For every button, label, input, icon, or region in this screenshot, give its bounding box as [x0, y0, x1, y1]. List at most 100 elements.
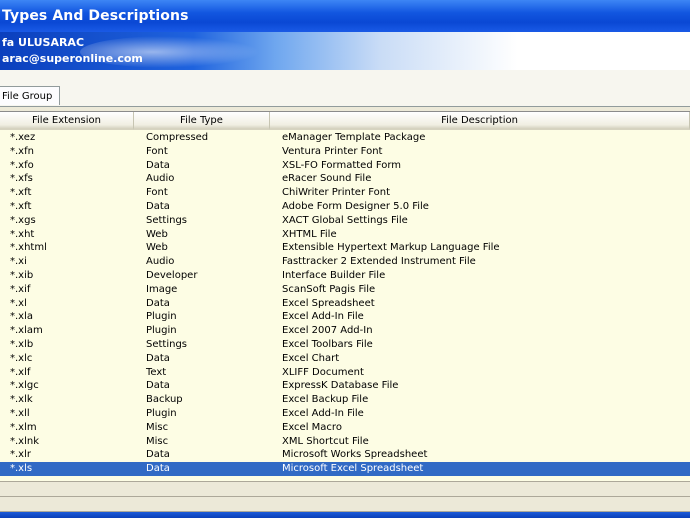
table-row-selected[interactable]: *.xls Data Microsoft Excel Spreadsheet — [0, 462, 690, 476]
cell-file-extension: *.xlgc — [10, 380, 39, 392]
cell-file-type: Web — [146, 242, 168, 254]
title-bar[interactable]: Types And Descriptions — [0, 0, 690, 32]
table-row[interactable]: *.xlnk Misc XML Shortcut File — [0, 435, 690, 449]
table-row[interactable]: *.xlr Data Microsoft Works Spreadsheet — [0, 448, 690, 462]
table-row[interactable]: *.xlb Settings Excel Toolbars File — [0, 338, 690, 352]
cell-file-extension: *.xla — [10, 311, 34, 323]
cell-file-extension: *.xfs — [10, 173, 33, 185]
author-name: fa ULUSARAC — [2, 36, 85, 49]
cell-file-extension: *.xlam — [10, 325, 43, 337]
cell-file-extension: *.xht — [10, 228, 35, 240]
cell-file-type: Text — [146, 366, 167, 378]
file-types-grid[interactable]: File Extension File Type File Descriptio… — [0, 111, 690, 481]
status-bar — [0, 497, 690, 512]
cell-file-description: Excel Spreadsheet — [282, 297, 375, 309]
table-row[interactable]: *.xft Data Adobe Form Designer 5.0 File — [0, 200, 690, 214]
cell-file-type: Font — [146, 145, 168, 157]
tab-file-group[interactable]: File Group — [0, 86, 60, 105]
cell-file-extension: *.xlr — [10, 449, 31, 461]
cell-file-description: XLIFF Document — [282, 366, 364, 378]
column-header-file-type[interactable]: File Type — [134, 112, 270, 130]
table-row[interactable]: *.xhtml Web Extensible Hypertext Markup La… — [0, 241, 690, 255]
cell-file-description: XACT Global Settings File — [282, 214, 408, 226]
cell-file-extension: *.xfn — [10, 145, 34, 157]
table-row[interactable]: *.xla Plugin Excel Add-In File — [0, 310, 690, 324]
cell-file-extension: *.xlc — [10, 352, 33, 364]
cell-file-description: Ventura Printer Font — [282, 145, 383, 157]
cell-file-extension: *.xhtml — [10, 242, 47, 254]
cell-file-extension: *.xfo — [10, 159, 34, 171]
cell-file-description: Microsoft Excel Spreadsheet — [282, 463, 424, 475]
cell-file-description: Adobe Form Designer 5.0 File — [282, 201, 429, 212]
cell-file-description: ChiWriter Printer Font — [282, 187, 391, 199]
cell-file-type: Plugin — [146, 325, 177, 337]
table-row[interactable]: *.xlgc Data ExpressK Database File — [0, 379, 690, 393]
cell-file-extension: *.xgs — [10, 214, 36, 226]
table-row[interactable]: *.xlf Text XLIFF Document — [0, 366, 690, 380]
cell-file-type: Audio — [146, 256, 175, 268]
cell-file-type: Data — [146, 463, 170, 475]
cell-file-type: Compressed — [146, 132, 209, 143]
table-row[interactable]: *.xfs Audio eRacer Sound File — [0, 172, 690, 186]
cell-file-description: ScanSoft Pagis File — [282, 283, 376, 295]
cell-file-type: Misc — [146, 421, 169, 433]
cell-file-description: XML Shortcut File — [282, 435, 369, 447]
cell-file-type: Settings — [146, 214, 188, 226]
cell-file-description: XHTML File — [282, 228, 337, 240]
table-row[interactable]: *.xgs Settings XACT Global Settings File — [0, 214, 690, 228]
cell-file-type: Backup — [146, 394, 183, 406]
cell-file-description: Fasttracker 2 Extended Instrument File — [282, 256, 476, 268]
table-row[interactable]: *.xi Audio Fasttracker 2 Extended Instrume… — [0, 255, 690, 269]
cell-file-extension: *.xlnk — [10, 435, 40, 447]
table-row[interactable]: *.xht Web XHTML File — [0, 228, 690, 242]
cell-file-extension: *.xez — [10, 132, 36, 143]
cell-file-extension: *.xls — [10, 463, 33, 475]
cell-file-extension: *.xft — [10, 187, 32, 199]
cell-file-description: Excel Macro — [282, 421, 342, 433]
cell-file-description: Excel Toolbars File — [282, 339, 373, 350]
cell-file-type: Data — [146, 297, 170, 309]
table-row[interactable]: *.xfo Data XSL-FO Formatted Form — [0, 159, 690, 173]
cell-file-extension: *.xlk — [10, 394, 33, 406]
author-email: arac@superonline.com — [2, 52, 143, 65]
window-bottom-edge — [0, 512, 690, 518]
cell-file-type: Audio — [146, 173, 175, 185]
cell-file-type: Plugin — [146, 408, 177, 419]
tab-strip: File Group — [0, 70, 690, 107]
cell-file-type: Data — [146, 201, 170, 212]
column-header-file-description[interactable]: File Description — [270, 112, 690, 130]
cell-file-extension: *.xif — [10, 283, 31, 295]
table-row[interactable]: *.xlam Plugin Excel 2007 Add-In — [0, 324, 690, 338]
table-row[interactable]: *.xll Plugin Excel Add-In File — [0, 407, 690, 421]
cell-file-type: Plugin — [146, 311, 177, 323]
cell-file-description: Interface Builder File — [282, 270, 386, 281]
cell-file-description: eManager Template Package — [282, 132, 426, 143]
cell-file-extension: *.xlf — [10, 366, 31, 378]
cell-file-type: Developer — [146, 270, 198, 281]
table-row[interactable]: *.xlc Data Excel Chart — [0, 352, 690, 366]
table-row[interactable]: *.xlk Backup Excel Backup File — [0, 393, 690, 407]
table-row[interactable]: *.xez Compressed eManager Template Package — [0, 131, 690, 145]
cell-file-extension: *.xib — [10, 270, 34, 281]
table-row[interactable]: *.xif Image ScanSoft Pagis File — [0, 283, 690, 297]
table-row[interactable]: *.xft Font ChiWriter Printer Font — [0, 186, 690, 200]
cell-file-type: Data — [146, 352, 170, 364]
cell-file-type: Data — [146, 159, 170, 171]
table-row[interactable]: *.xfn Font Ventura Printer Font — [0, 145, 690, 159]
table-row[interactable]: *.xlm Misc Excel Macro — [0, 421, 690, 435]
grid-footer-bar — [0, 481, 690, 497]
cell-file-description: XSL-FO Formatted Form — [282, 159, 402, 171]
window-title: Types And Descriptions — [2, 8, 189, 24]
cell-file-description: Excel Add-In File — [282, 408, 364, 419]
cell-file-extension: *.xl — [10, 297, 27, 309]
cell-file-description: Microsoft Works Spreadsheet — [282, 449, 428, 461]
cell-file-extension: *.xft — [10, 201, 32, 212]
cell-file-description: Excel Chart — [282, 352, 340, 364]
cell-file-type: Web — [146, 228, 168, 240]
table-row[interactable]: *.xl Data Excel Spreadsheet — [0, 297, 690, 311]
table-row[interactable]: *.xib Developer Interface Builder File — [0, 269, 690, 283]
cell-file-type: Data — [146, 449, 170, 461]
grid-header: File Extension File Type File Descriptio… — [0, 112, 690, 130]
cell-file-description: Extensible Hypertext Markup Language Fil… — [282, 242, 500, 254]
column-header-file-extension[interactable]: File Extension — [0, 112, 134, 130]
